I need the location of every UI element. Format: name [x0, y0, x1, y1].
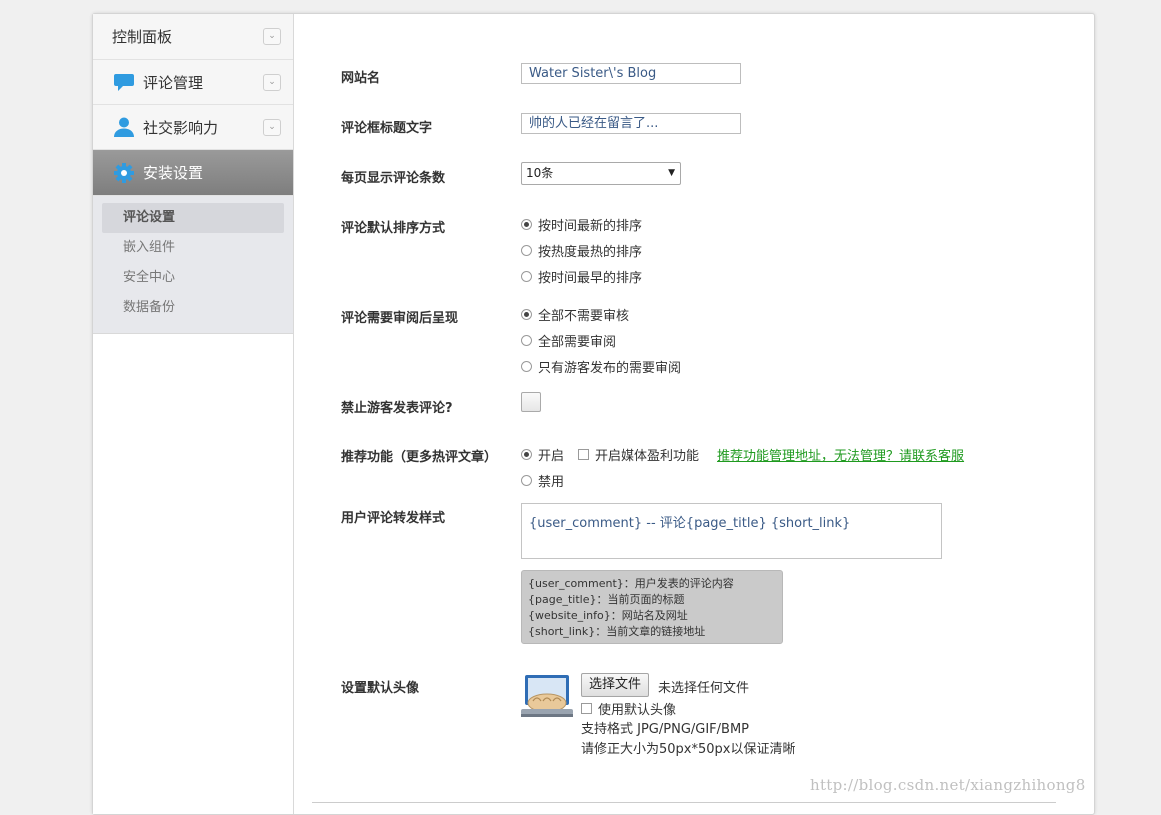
- sidebar: 控制面板 ⌄ 评论管理 ⌄ 社交影响力 ⌄ 安装设置 评论设置 嵌入组件 安全中…: [93, 14, 294, 814]
- radio-button[interactable]: [521, 361, 532, 372]
- subnav-item-backup[interactable]: 数据备份: [102, 293, 284, 323]
- watermark: http://blog.csdn.net/xiangzhihong8: [810, 776, 1086, 794]
- radio-button[interactable]: [521, 219, 532, 230]
- ban-guest-checkbox[interactable]: [521, 392, 541, 412]
- per-page-value: 10条: [526, 166, 554, 180]
- avatar-size-note: 请修正大小为50px*50px以保证清晰: [581, 742, 796, 757]
- hint-line: {short_link}：当前文章的链接地址: [528, 625, 706, 638]
- share-format-hint: {user_comment}：用户发表的评论内容 {page_title}：当前…: [521, 570, 783, 644]
- sort-option-oldest[interactable]: 按时间最早的排序: [521, 267, 642, 286]
- share-format-textarea[interactable]: {user_comment} -- 评论{page_title} {short_…: [521, 503, 942, 559]
- sidebar-subnav: 评论设置 嵌入组件 安全中心 数据备份: [93, 196, 293, 334]
- subnav-item-security[interactable]: 安全中心: [102, 263, 284, 293]
- no-file-text: 未选择任何文件: [658, 681, 750, 696]
- radio-button[interactable]: [521, 309, 532, 320]
- sort-option-label: 按热度最热的排序: [538, 245, 643, 260]
- use-default-checkbox[interactable]: [581, 703, 592, 714]
- chevron-down-icon[interactable]: ⌄: [263, 74, 281, 91]
- sort-label: 评论默认排序方式: [341, 221, 446, 236]
- review-label: 评论需要审阅后呈现: [341, 311, 459, 326]
- site-name-input[interactable]: Water Sister\'s Blog: [521, 63, 741, 84]
- sidebar-item-label: 安装设置: [143, 164, 204, 182]
- sidebar-item-social[interactable]: 社交影响力 ⌄: [93, 105, 293, 150]
- recommend-on-label: 开启: [538, 449, 565, 464]
- recommend-label: 推荐功能（更多热评文章）: [341, 450, 498, 465]
- ban-guest-label: 禁止游客发表评论?: [341, 401, 453, 416]
- radio-button[interactable]: [521, 475, 532, 486]
- settings-panel: 控制面板 ⌄ 评论管理 ⌄ 社交影响力 ⌄ 安装设置 评论设置 嵌入组件 安全中…: [92, 13, 1095, 815]
- avatar-formats: 支持格式 JPG/PNG/GIF/BMP: [581, 722, 750, 737]
- sidebar-item-label: 社交影响力: [143, 118, 219, 137]
- user-icon: [112, 115, 136, 139]
- settings-form: 网站名 Water Sister\'s Blog 评论框标题文字 帅的人已经在留…: [294, 14, 1094, 814]
- sort-option-newest[interactable]: 按时间最新的排序: [521, 215, 642, 234]
- review-option-none[interactable]: 全部不需要审核: [521, 305, 629, 324]
- chevron-down-icon[interactable]: ⌄: [263, 119, 281, 136]
- gear-icon: [112, 161, 136, 185]
- use-default-label: 使用默认头像: [598, 703, 677, 718]
- default-avatar-image: [521, 673, 573, 719]
- sidebar-item-comments[interactable]: 评论管理 ⌄: [93, 60, 293, 105]
- subnav-item-embed[interactable]: 嵌入组件: [102, 233, 284, 263]
- media-checkbox[interactable]: [578, 449, 590, 460]
- sort-option-hottest[interactable]: 按热度最热的排序: [521, 241, 642, 260]
- caret-down-icon: ▼: [668, 168, 675, 178]
- per-page-select[interactable]: 10条 ▼: [521, 162, 681, 185]
- review-option-label: 全部需要审阅: [538, 335, 617, 350]
- use-default-avatar-option[interactable]: 使用默认头像: [581, 699, 676, 718]
- hint-line: {page_title}：当前页面的标题: [528, 593, 685, 606]
- review-option-label: 全部不需要审核: [538, 309, 630, 324]
- divider: [312, 802, 1056, 803]
- hint-line: {user_comment}：用户发表的评论内容: [528, 577, 734, 590]
- review-option-all[interactable]: 全部需要审阅: [521, 331, 616, 350]
- chevron-down-icon[interactable]: ⌄: [263, 28, 281, 45]
- comment-title-input[interactable]: 帅的人已经在留言了...: [521, 113, 741, 134]
- recommend-off-label: 禁用: [538, 475, 565, 490]
- radio-button[interactable]: [521, 271, 532, 282]
- sidebar-item-install-settings[interactable]: 安装设置: [93, 150, 293, 196]
- review-option-label: 只有游客发布的需要审阅: [538, 361, 682, 376]
- radio-button[interactable]: [521, 449, 532, 460]
- media-label: 开启媒体盈利功能: [595, 449, 700, 464]
- share-format-label: 用户评论转发样式: [341, 511, 446, 526]
- per-page-label: 每页显示评论条数: [341, 171, 446, 186]
- comment-title-label: 评论框标题文字: [341, 121, 433, 136]
- avatar-label: 设置默认头像: [341, 681, 420, 696]
- recommend-off-option[interactable]: 禁用: [521, 471, 564, 490]
- sort-option-label: 按时间最新的排序: [538, 219, 643, 234]
- site-name-label: 网站名: [341, 71, 381, 86]
- radio-button[interactable]: [521, 245, 532, 256]
- hint-line: {website_info}：网站名及网址: [528, 609, 688, 622]
- subnav-item-comment-settings[interactable]: 评论设置: [102, 203, 284, 233]
- sidebar-item-label: 评论管理: [143, 73, 204, 92]
- sidebar-item-dashboard[interactable]: 控制面板 ⌄: [93, 14, 293, 60]
- recommend-row: 开启 开启媒体盈利功能 推荐功能管理地址，无法管理？请联系客服: [521, 445, 964, 464]
- recommend-manage-link[interactable]: 推荐功能管理地址，无法管理？请联系客服: [717, 445, 964, 464]
- sidebar-item-label: 控制面板: [112, 28, 173, 46]
- radio-button[interactable]: [521, 335, 532, 346]
- sort-option-label: 按时间最早的排序: [538, 271, 643, 286]
- chat-bubble-icon: [112, 70, 136, 94]
- choose-file-button[interactable]: 选择文件: [581, 673, 650, 697]
- review-option-guests[interactable]: 只有游客发布的需要审阅: [521, 357, 681, 376]
